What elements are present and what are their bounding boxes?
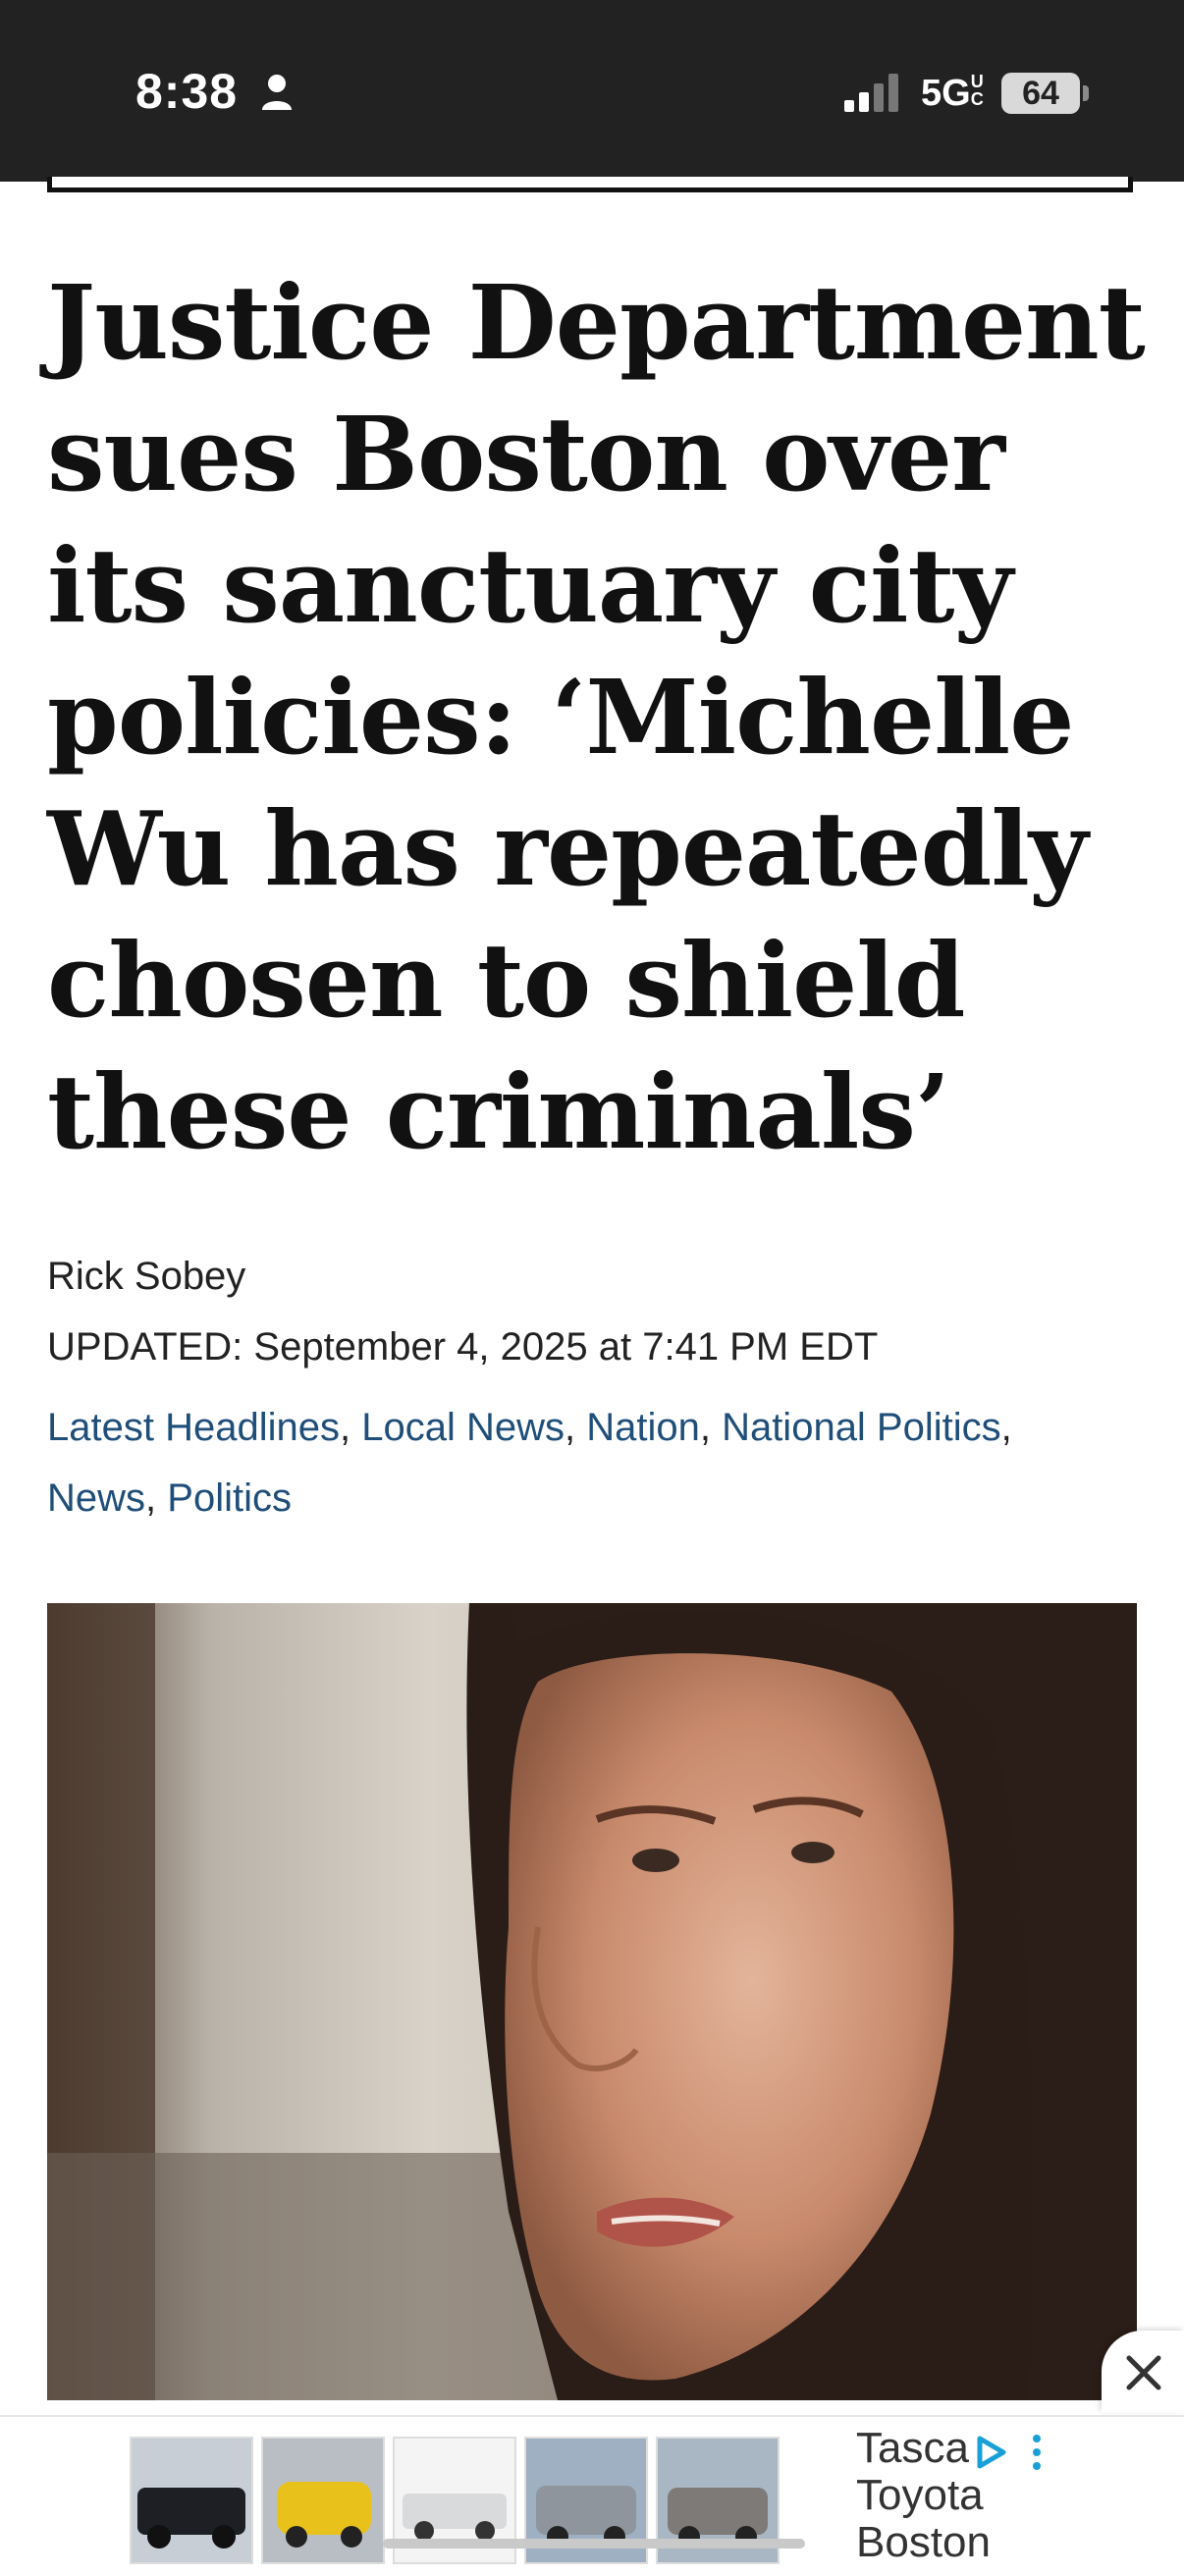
more-options-icon[interactable]	[1029, 2433, 1045, 2472]
network-indicator: 5GUC	[921, 72, 984, 114]
ad-thumbnail-black-truck[interactable]	[130, 2437, 253, 2564]
category-links: Latest Headlines, Local News, Nation, Na…	[47, 1406, 1012, 1520]
signal-icon	[844, 74, 898, 112]
person-icon	[262, 75, 292, 110]
category-link-news[interactable]: News	[47, 1476, 145, 1520]
close-icon	[1126, 2355, 1161, 2390]
ad-thumbnail-yellow-car[interactable]	[261, 2437, 385, 2564]
battery-indicator: 64	[1001, 73, 1080, 114]
ad-carousel-scrollbar[interactable]	[383, 2539, 805, 2549]
adchoices-icon[interactable]	[974, 2433, 1009, 2472]
ad-close-button[interactable]	[1102, 2331, 1184, 2413]
article-headline: Justice Department sues Boston over its …	[47, 262, 1146, 1172]
category-link-latest-headlines[interactable]: Latest Headlines	[47, 1406, 340, 1449]
battery-tip	[1083, 85, 1089, 101]
author-byline[interactable]: Rick Sobey	[47, 1255, 245, 1299]
updated-timestamp: UPDATED: September 4, 2025 at 7:41 PM ED…	[47, 1325, 879, 1368]
portrait-illustration	[47, 1603, 1137, 2400]
category-link-nation[interactable]: Nation	[586, 1406, 700, 1449]
header-bottom-edge	[47, 177, 1133, 192]
clock: 8:38	[135, 64, 239, 119]
category-link-local-news[interactable]: Local News	[361, 1406, 565, 1449]
article-photo[interactable]	[47, 1603, 1137, 2400]
category-link-national-politics[interactable]: National Politics	[722, 1406, 1001, 1449]
status-bar: 8:38 5GUC 64	[0, 0, 1184, 182]
category-link-politics[interactable]: Politics	[167, 1476, 292, 1520]
